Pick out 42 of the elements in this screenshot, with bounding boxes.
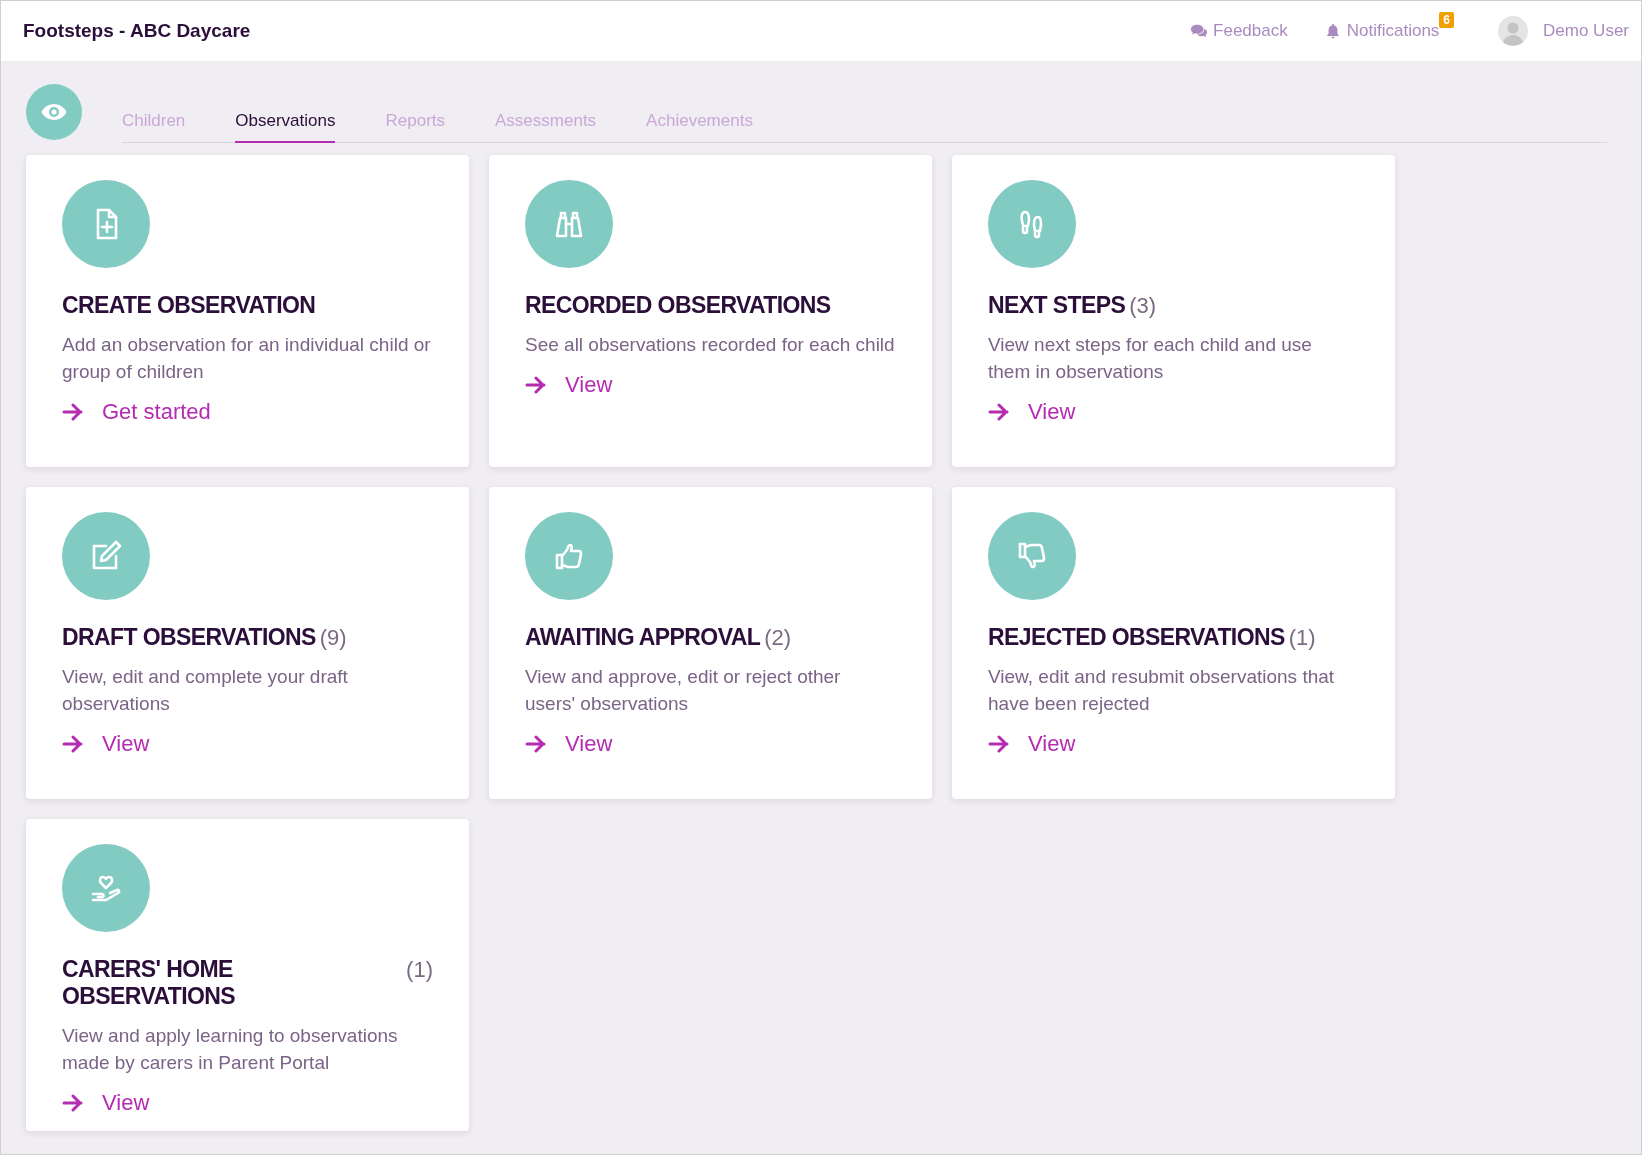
card-count: (3) xyxy=(1129,293,1157,319)
notifications-link[interactable]: Notifications xyxy=(1323,21,1440,41)
arrow-right-icon xyxy=(988,403,1010,421)
arrow-right-icon xyxy=(62,735,84,753)
card-link[interactable]: View xyxy=(102,1090,150,1116)
eye-icon xyxy=(26,84,82,140)
card-description: Add an observation for an individual child or group of children xyxy=(62,333,432,384)
card-description: View, edit and complete your draft observations xyxy=(62,665,349,716)
card-count: (9) xyxy=(319,625,347,651)
arrow-right-icon xyxy=(988,735,1010,753)
card-description: View, edit and resubmit observations that have been rejected xyxy=(988,665,1336,716)
arrow-right-icon xyxy=(62,1094,84,1112)
arrow-right-icon xyxy=(525,376,547,394)
card-description: View and approve, edit or reject other users' observations xyxy=(525,665,842,716)
card-title: CREATE OBSERVATION xyxy=(62,292,316,319)
app-title: Footsteps - ABC Daycare xyxy=(23,20,251,42)
avatar-icon xyxy=(1498,16,1529,46)
card-title: RECORDED OBSERVATIONS xyxy=(525,292,831,319)
card-description: View next steps for each child and use them in observations xyxy=(988,333,1313,384)
card-title: NEXT STEPS xyxy=(988,292,1126,319)
card-link[interactable]: Get started xyxy=(102,399,211,425)
card-link[interactable]: View xyxy=(565,731,613,757)
card-count: (2) xyxy=(764,625,792,651)
card-description: View and apply learning to observations made by carers in Parent Portal xyxy=(62,1024,399,1075)
arrow-right-icon xyxy=(62,403,84,421)
card-title: REJECTED OBSERVATIONS xyxy=(988,624,1285,651)
card-title: AWAITING APPROVAL xyxy=(525,624,761,651)
card-link[interactable]: View xyxy=(1028,731,1076,757)
feedback-link[interactable]: Feedback xyxy=(1190,21,1288,41)
card-count: (1) xyxy=(1288,625,1316,651)
arrow-right-icon xyxy=(525,735,547,753)
nav-tab[interactable]: Observations xyxy=(235,101,336,143)
card-description: See all observations recorded for each child xyxy=(525,333,895,357)
notification-count-badge: 6 xyxy=(1439,12,1455,28)
card-title: CARERS' HOME OBSERVATIONS xyxy=(62,956,236,1010)
card-link[interactable]: View xyxy=(565,372,613,398)
chat-icon xyxy=(1190,23,1209,39)
user-menu[interactable]: Demo User xyxy=(1498,16,1629,46)
card-link[interactable]: View xyxy=(1028,399,1076,425)
card-title: DRAFT OBSERVATIONS xyxy=(62,624,316,651)
card-count: (1) xyxy=(406,957,433,983)
card-link[interactable]: View xyxy=(102,731,150,757)
